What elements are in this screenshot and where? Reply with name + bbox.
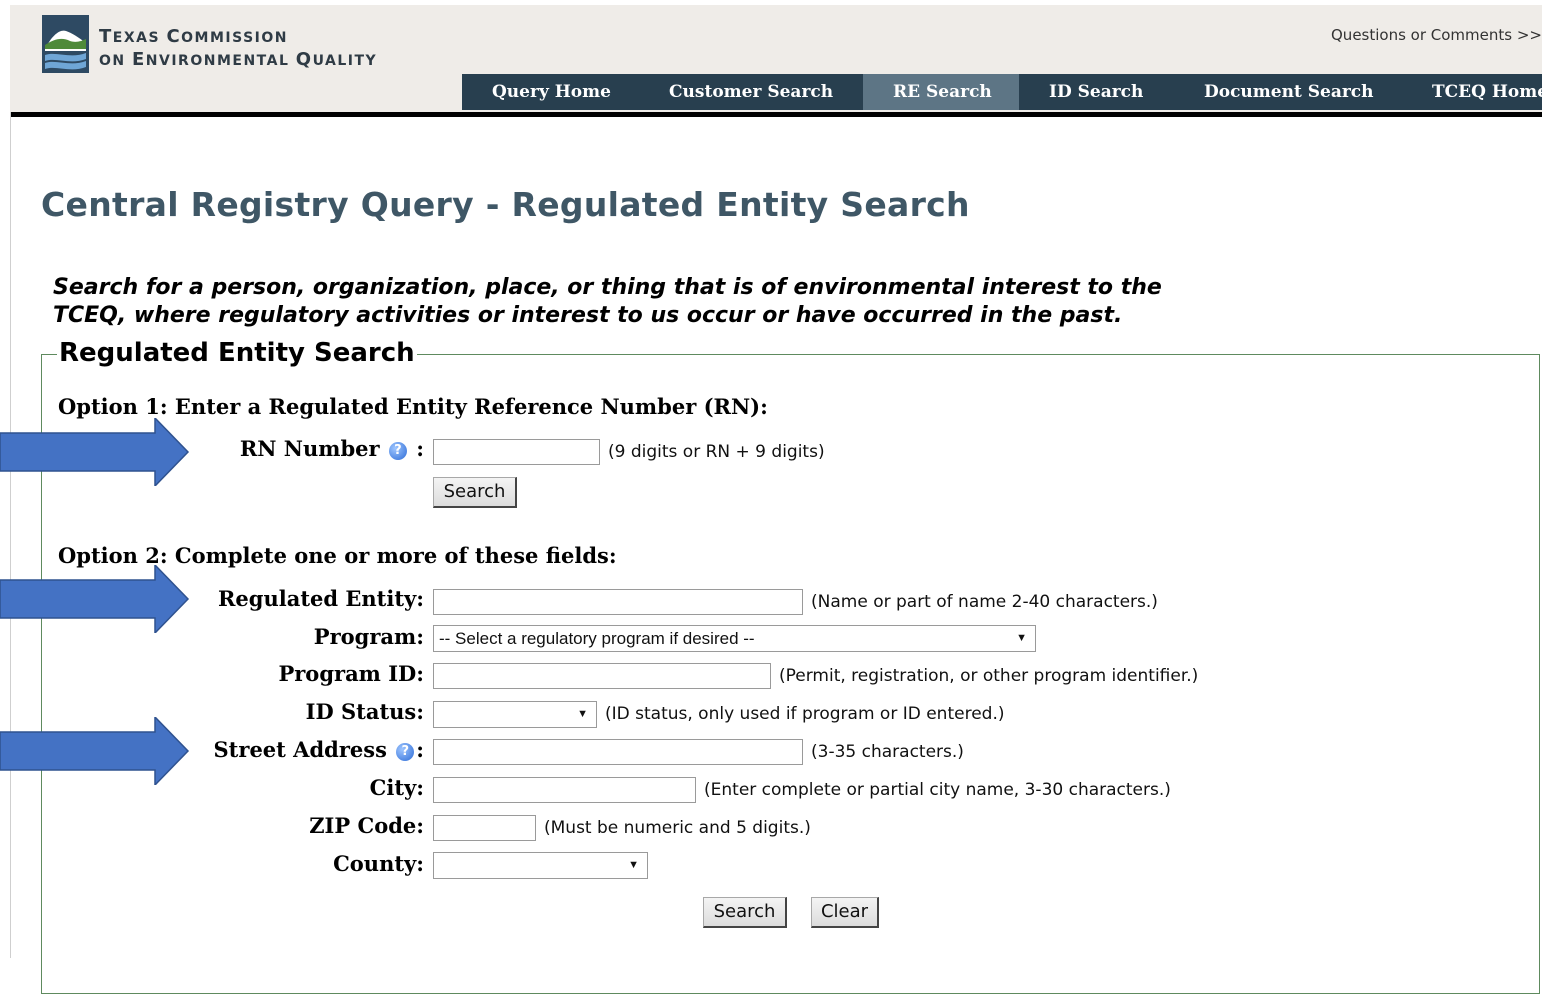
id-status-label: ID Status: — [305, 699, 424, 724]
page-title: Central Registry Query - Regulated Entit… — [41, 185, 970, 224]
tceq-logo-icon[interactable] — [42, 15, 89, 73]
program-selected-value: -- Select a regulatory program if desire… — [439, 629, 755, 648]
zip-code-label: ZIP Code: — [309, 813, 424, 838]
nav-tceq-home[interactable]: TCEQ Home — [1401, 74, 1542, 110]
street-address-text: Street Address — [213, 737, 387, 762]
id-status-hint: (ID status, only used if program or ID e… — [605, 704, 1005, 724]
program-id-label: Program ID: — [278, 661, 424, 686]
zip-code-input[interactable] — [433, 815, 536, 841]
nav-document-search[interactable]: Document Search — [1174, 74, 1401, 110]
program-id-hint: (Permit, registration, or other program … — [779, 666, 1199, 686]
id-status-select[interactable]: ▼ — [433, 701, 597, 728]
nav-customer-search[interactable]: Customer Search — [640, 74, 863, 110]
agency-name[interactable]: TEXAS COMMISSION ON ENVIRONMENTAL QUALIT… — [99, 26, 377, 72]
dropdown-arrow-icon: ▼ — [577, 708, 588, 720]
street-address-label: Street Address ?: — [214, 737, 424, 762]
option1-label: Option 1: Enter a Regulated Entity Refer… — [58, 394, 768, 419]
clear-button[interactable]: Clear — [811, 897, 879, 928]
nav-re-search[interactable]: RE Search — [863, 74, 1019, 110]
county-label: County: — [333, 851, 424, 876]
regulated-entity-input[interactable] — [433, 589, 803, 615]
regulated-entity-hint: (Name or part of name 2-40 characters.) — [811, 592, 1158, 612]
dropdown-arrow-icon: ▼ — [1016, 632, 1027, 644]
county-select[interactable]: ▼ — [433, 852, 648, 879]
main-nav: Query Home Customer Search RE Search ID … — [462, 74, 1542, 110]
questions-comments-link[interactable]: Questions or Comments >> — [1331, 26, 1542, 44]
annotation-arrow-icon — [0, 565, 190, 633]
program-label: Program: — [313, 624, 424, 649]
fieldset-legend: Regulated Entity Search — [57, 338, 417, 368]
rn-number-input[interactable] — [433, 439, 600, 465]
help-icon[interactable]: ? — [388, 442, 407, 460]
annotation-arrow-icon — [0, 418, 190, 486]
intro-text: Search for a person, organization, place… — [53, 275, 1162, 328]
street-address-hint: (3-35 characters.) — [811, 742, 964, 762]
street-colon: : — [416, 737, 424, 762]
city-input[interactable] — [433, 777, 696, 803]
program-id-input[interactable] — [433, 663, 771, 689]
regulated-entity-label: Regulated Entity: — [217, 586, 424, 611]
rn-number-text: RN Number — [239, 436, 380, 461]
rn-number-label: RN Number ? : — [240, 436, 424, 461]
site-header: TEXAS COMMISSION ON ENVIRONMENTAL QUALIT… — [10, 5, 1542, 117]
search-button[interactable]: Search — [703, 897, 787, 928]
nav-query-home[interactable]: Query Home — [462, 74, 640, 110]
rn-colon: : — [416, 436, 424, 461]
street-address-input[interactable] — [433, 739, 803, 765]
program-select[interactable]: -- Select a regulatory program if desire… — [433, 625, 1036, 652]
rn-hint: (9 digits or RN + 9 digits) — [608, 442, 825, 462]
city-hint: (Enter complete or partial city name, 3-… — [704, 780, 1171, 800]
annotation-arrow-icon — [0, 717, 190, 785]
help-icon[interactable]: ? — [396, 743, 415, 761]
dropdown-arrow-icon: ▼ — [628, 859, 639, 871]
zip-code-hint: (Must be numeric and 5 digits.) — [544, 818, 811, 838]
rn-search-button[interactable]: Search — [433, 477, 517, 508]
page-left-border — [10, 112, 11, 958]
city-label: City: — [369, 775, 424, 800]
nav-id-search[interactable]: ID Search — [1019, 74, 1174, 110]
